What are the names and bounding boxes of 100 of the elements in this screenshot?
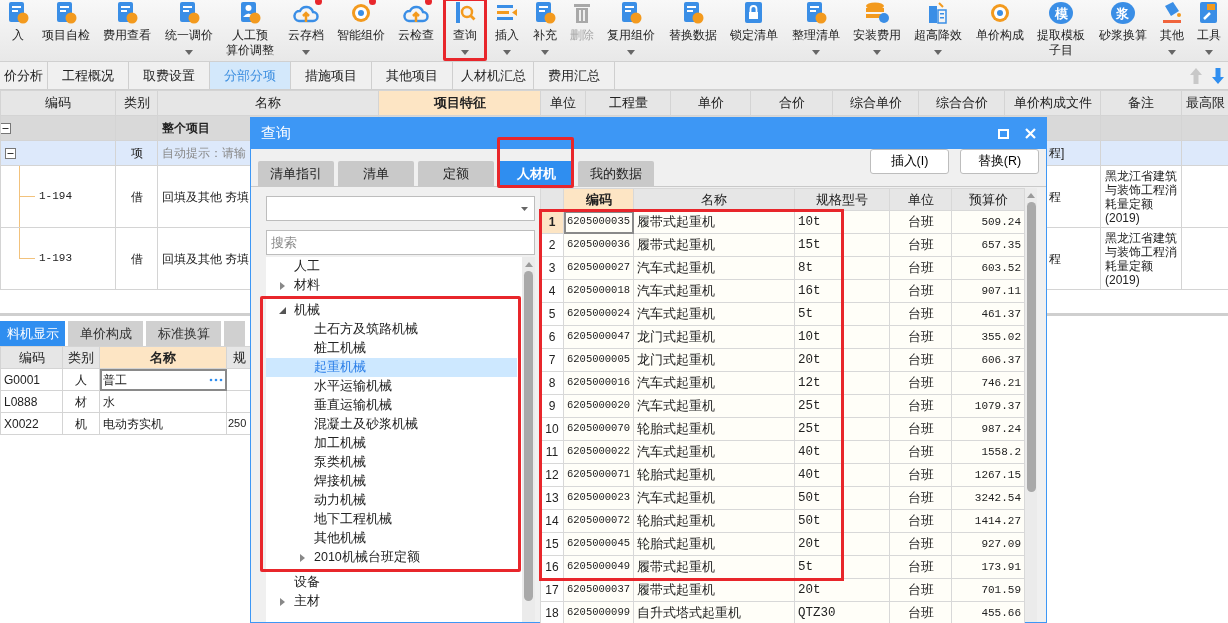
tab[interactable]: 我的数据: [578, 161, 654, 186]
column-header[interactable]: 单位: [889, 188, 952, 211]
table-cell: 1079.37: [974, 399, 1021, 412]
column-header[interactable]: 编码: [563, 188, 634, 211]
character-icon: 浆: [1110, 2, 1135, 24]
tree-item[interactable]: 桩工机械: [266, 339, 370, 358]
tree-item[interactable]: 其他机械: [266, 529, 370, 548]
toolbar-button[interactable]: 替换数据: [665, 0, 720, 61]
tree-item[interactable]: 焊接机械: [266, 472, 370, 491]
column-header[interactable]: 项目特征: [378, 90, 541, 116]
tree-item[interactable]: 加工机械: [266, 434, 370, 453]
column-header[interactable]: 备注: [1100, 90, 1182, 116]
column-header[interactable]: 类别: [62, 346, 100, 369]
tree-item[interactable]: 垂直运输机械: [266, 396, 396, 415]
down-arrow-icon[interactable]: [1212, 67, 1224, 84]
tab[interactable]: 清单: [338, 161, 414, 186]
toolbar-button[interactable]: 入: [3, 0, 32, 61]
column-header[interactable]: 类别: [115, 90, 158, 116]
column-header[interactable]: 规格型号: [794, 188, 890, 211]
caret-icon[interactable]: [279, 281, 285, 290]
table-cell: 汽车式起重机: [637, 375, 715, 390]
tab[interactable]: 单价构成: [68, 321, 143, 346]
toolbar-button[interactable]: 人工预 算价调整: [223, 0, 278, 61]
toolbar-button[interactable]: 其他: [1156, 0, 1187, 61]
toolbar-button[interactable]: 统一调价: [161, 0, 216, 61]
more-icon[interactable]: [209, 377, 223, 382]
table-cell: 台班: [907, 559, 934, 574]
tree-item[interactable]: 土石方及筑路机械: [266, 320, 422, 339]
column-header[interactable]: 合价: [750, 90, 833, 116]
column-header[interactable]: 单价构成文件: [1004, 90, 1101, 116]
column-header[interactable]: 最高限: [1181, 90, 1228, 116]
toolbar-button[interactable]: 锁定清单: [727, 0, 782, 61]
caret-icon[interactable]: [278, 307, 286, 314]
column-header[interactable]: 综合合价: [918, 90, 1005, 116]
tree-item[interactable]: 地下工程机械: [266, 510, 396, 529]
tree-item[interactable]: 材料: [266, 276, 324, 295]
table-cell-text: 1-193: [39, 251, 72, 267]
table-cell: 黑龙江省建筑与装饰工程消耗量定额(2019): [1105, 230, 1177, 287]
collapse-icon[interactable]: [5, 147, 16, 159]
column-header[interactable]: 名称: [99, 346, 227, 369]
tree-item[interactable]: 机械: [266, 301, 324, 320]
toolbar-button[interactable]: 安装费用: [849, 0, 904, 61]
tab[interactable]: 标准换算: [146, 321, 221, 346]
table-cell: 履带式起重机: [637, 214, 715, 229]
caret-icon[interactable]: [299, 553, 305, 562]
button[interactable]: 替换(R): [960, 149, 1039, 174]
column-header[interactable]: 单价: [670, 90, 751, 116]
window-title: 查询: [261, 123, 291, 144]
tree-item[interactable]: 混凝土及砂浆机械: [266, 415, 422, 434]
column-header[interactable]: 名称: [157, 90, 379, 116]
caret-icon[interactable]: [279, 597, 285, 606]
input-field[interactable]: 普工: [99, 368, 227, 391]
tree-item[interactable]: 动力机械: [266, 491, 370, 510]
toolbar-button[interactable]: 智能组价: [334, 0, 389, 61]
column-header[interactable]: 单位: [540, 90, 586, 116]
tab[interactable]: 清单指引: [258, 161, 334, 186]
toolbar-button[interactable]: 云检查: [395, 0, 438, 61]
toolbar-button[interactable]: 超高降效: [911, 0, 966, 61]
toolbar-button[interactable]: 费用查看: [100, 0, 155, 61]
toolbar-button[interactable]: 云存档: [284, 0, 327, 61]
tree-item[interactable]: 设备: [266, 573, 324, 592]
table-cell: 20t: [798, 582, 821, 597]
scrollbar[interactable]: [1025, 188, 1037, 622]
toolbar-button[interactable]: 补充: [529, 0, 560, 61]
toolbar-button[interactable]: 插入: [492, 0, 523, 61]
column-header[interactable]: 编码: [0, 346, 63, 369]
toolbar-button[interactable]: 复用组价: [604, 0, 659, 61]
dropdown-field[interactable]: [266, 196, 535, 221]
column-header[interactable]: 编码: [0, 90, 116, 116]
button[interactable]: 插入(I): [870, 149, 949, 174]
tree-item[interactable]: 泵类机械: [266, 453, 370, 472]
column-header[interactable]: 预算价: [951, 188, 1025, 211]
table-cell: 987.24: [981, 422, 1021, 435]
search-field[interactable]: 搜索: [266, 230, 535, 255]
collapse-icon[interactable]: [1, 122, 11, 134]
document-icon: [681, 2, 704, 24]
tree-item[interactable]: 人工: [266, 257, 324, 276]
tree-item[interactable]: 主材: [266, 592, 324, 611]
column-header[interactable]: 工程量: [585, 90, 671, 116]
tree-item[interactable]: 2010机械台班定额: [266, 548, 424, 567]
table-cell: 汽车式起重机: [637, 490, 715, 505]
column-header[interactable]: 名称: [633, 188, 795, 211]
toolbar-button[interactable]: 整理清单: [788, 0, 843, 61]
table-cell: 水: [103, 394, 115, 409]
table-cell-text: 1-194: [39, 189, 72, 205]
tree-item[interactable]: 水平运输机械: [266, 377, 396, 396]
toolbar-button[interactable]: 浆 砂浆换算: [1095, 0, 1150, 61]
scrollbar[interactable]: [522, 257, 535, 622]
table-cell: 5t: [798, 306, 813, 321]
toolbar-button[interactable]: 项目自检: [39, 0, 94, 61]
table-cell: 455.66: [981, 606, 1021, 619]
maximize-icon[interactable]: [998, 128, 1009, 139]
caret-icon: [521, 206, 528, 211]
toolbar-button[interactable]: 工具: [1194, 0, 1225, 61]
close-icon[interactable]: [1025, 128, 1036, 139]
tab[interactable]: 定额: [418, 161, 494, 186]
toolbar-button[interactable]: 查询: [444, 0, 485, 61]
column-header[interactable]: 综合单价: [832, 90, 919, 116]
toolbar-button[interactable]: 模 提取模板 子目: [1034, 0, 1089, 61]
toolbar-button[interactable]: 单价构成: [972, 0, 1027, 61]
